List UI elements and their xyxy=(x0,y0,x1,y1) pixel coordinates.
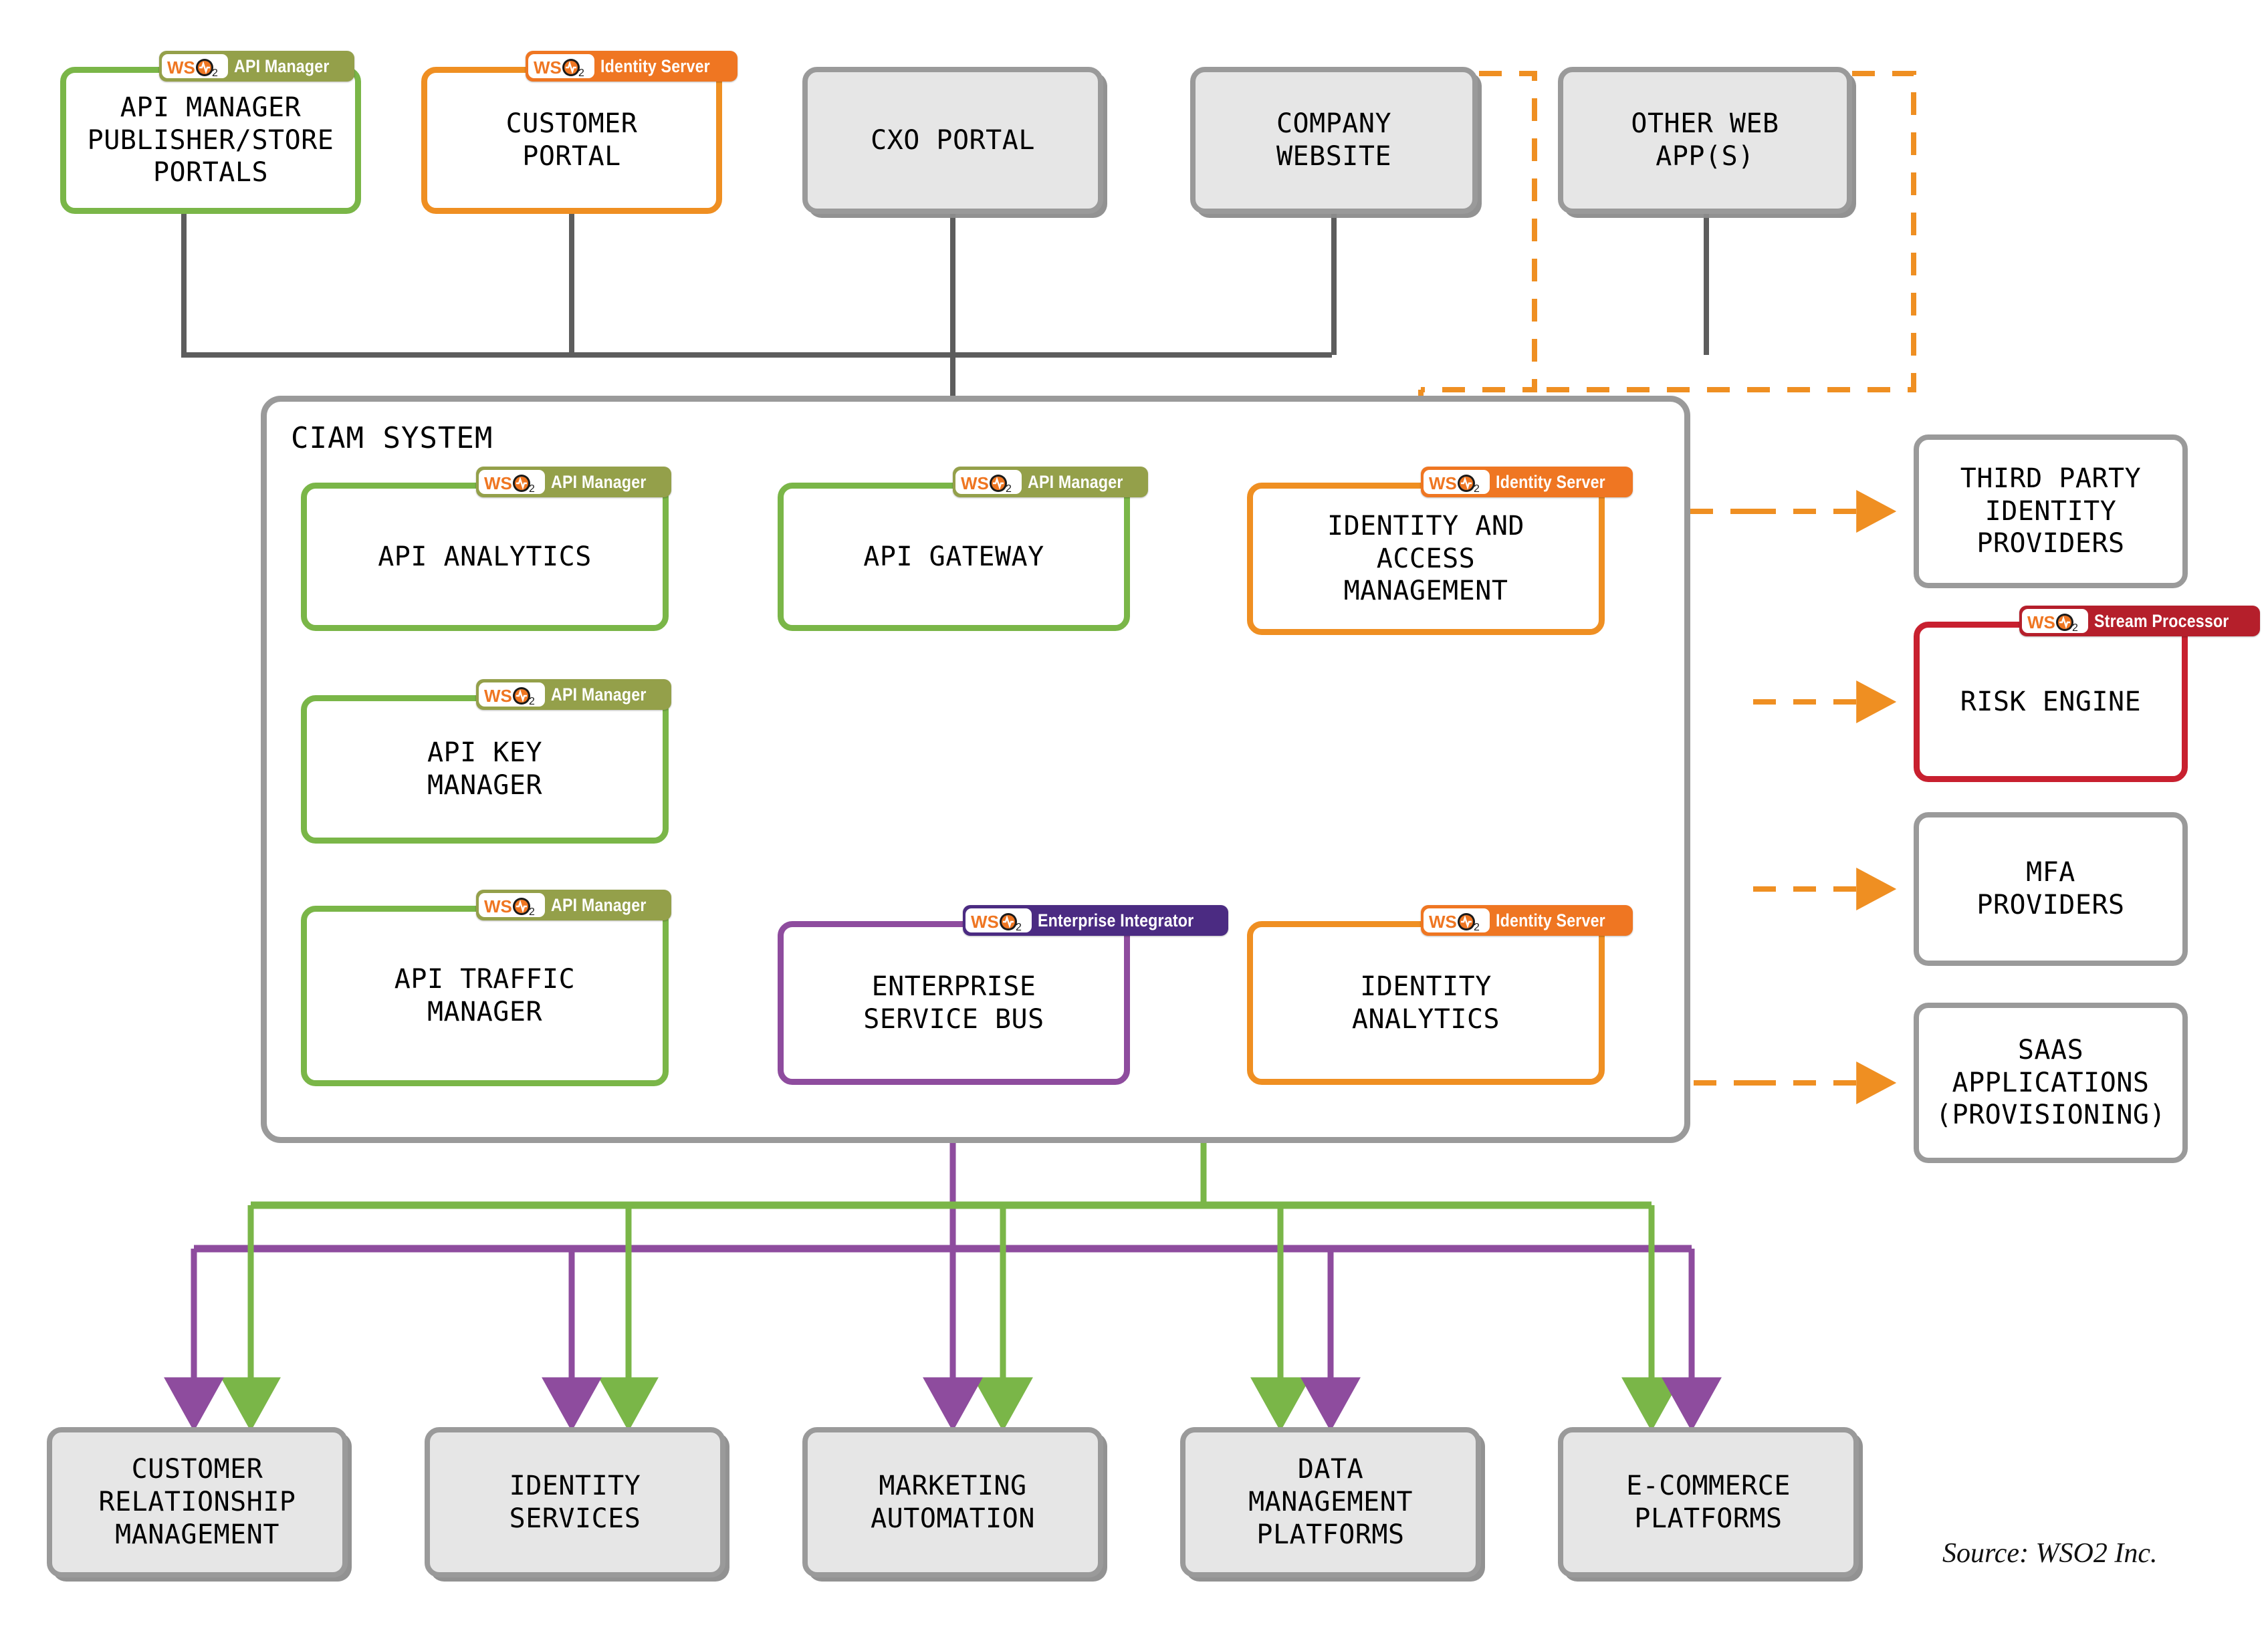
badge-identity-server-iam: WS 2 Identity Server xyxy=(1421,467,1633,497)
node-label: API KEY MANAGER xyxy=(427,737,543,801)
svg-text:WS: WS xyxy=(961,473,989,493)
svg-text:2: 2 xyxy=(529,906,535,916)
node-company-website[interactable]: COMPANY WEBSITE xyxy=(1190,67,1478,214)
node-data-management-platforms[interactable]: DATA MANAGEMENT PLATFORMS xyxy=(1180,1427,1481,1578)
node-label: CUSTOMER RELATIONSHIP MANAGEMENT xyxy=(98,1454,296,1550)
ciam-system-title: CIAM SYSTEM xyxy=(291,421,493,455)
badge-product-name: API Manager xyxy=(551,471,647,492)
badge-product-name: Identity Server xyxy=(1496,471,1605,492)
node-label: API MANAGER PUBLISHER/STORE PORTALS xyxy=(87,92,334,188)
badge-enterprise-integrator: WS 2 Enterprise Integrator xyxy=(963,905,1229,936)
node-label: MARKETING AUTOMATION xyxy=(871,1470,1035,1534)
svg-text:2: 2 xyxy=(2072,622,2078,632)
wso2-logo-icon: WS 2 xyxy=(1424,470,1490,494)
wso2-logo-icon: WS 2 xyxy=(479,893,545,917)
purple-drops xyxy=(164,1249,1722,1432)
source-attribution: Source: WSO2 Inc. xyxy=(1942,1538,2158,1569)
node-enterprise-service-bus[interactable]: ENTERPRISE SERVICE BUS xyxy=(778,921,1130,1085)
architecture-diagram: CIAM SYSTEM API MANAGER PUBLISHER/STORE … xyxy=(0,0,2268,1637)
svg-text:2: 2 xyxy=(1006,483,1012,493)
node-label: MFA PROVIDERS xyxy=(1976,857,2125,920)
badge-product-name: API Manager xyxy=(551,894,647,915)
node-label: API TRAFFIC MANAGER xyxy=(394,964,576,1027)
svg-text:WS: WS xyxy=(534,57,562,78)
green-drops xyxy=(221,1205,1682,1432)
badge-identity-server-analytics: WS 2 Identity Server xyxy=(1421,905,1633,936)
node-identity-services[interactable]: IDENTITY SERVICES xyxy=(425,1427,725,1578)
wso2-logo-icon: WS 2 xyxy=(966,908,1032,932)
node-other-web-apps[interactable]: OTHER WEB APP(S) xyxy=(1558,67,1852,214)
node-label: OTHER WEB APP(S) xyxy=(1631,108,1779,172)
node-label: CXO PORTAL xyxy=(871,124,1035,156)
node-customer-relationship-management[interactable]: CUSTOMER RELATIONSHIP MANAGEMENT xyxy=(47,1427,348,1578)
wso2-logo-icon: WS 2 xyxy=(479,470,545,494)
svg-text:2: 2 xyxy=(1474,922,1480,932)
svg-text:WS: WS xyxy=(2027,612,2055,632)
badge-product-name: Identity Server xyxy=(600,55,710,76)
svg-text:2: 2 xyxy=(578,68,584,78)
node-label: E-COMMERCE PLATFORMS xyxy=(1626,1470,1791,1534)
node-label: DATA MANAGEMENT PLATFORMS xyxy=(1248,1454,1413,1550)
node-label: API ANALYTICS xyxy=(378,541,592,572)
node-api-traffic-manager[interactable]: API TRAFFIC MANAGER xyxy=(301,906,669,1086)
wso2-logo-icon: WS 2 xyxy=(955,470,1022,494)
svg-text:2: 2 xyxy=(212,68,218,78)
node-label: SAAS APPLICATIONS (PROVISIONING) xyxy=(1935,1034,2166,1131)
node-api-key-manager[interactable]: API KEY MANAGER xyxy=(301,695,669,844)
badge-product-name: Identity Server xyxy=(1496,910,1605,930)
node-customer-portal[interactable]: CUSTOMER PORTAL xyxy=(421,67,722,214)
node-api-analytics[interactable]: API ANALYTICS xyxy=(301,483,669,631)
node-label: API GATEWAY xyxy=(863,541,1044,572)
badge-api-manager: WS 2 API Manager xyxy=(159,51,354,82)
badge-product-name: Enterprise Integrator xyxy=(1038,910,1194,930)
wso2-logo-icon: WS 2 xyxy=(162,54,228,78)
node-api-gateway[interactable]: API GATEWAY xyxy=(778,483,1130,631)
svg-text:WS: WS xyxy=(484,473,512,493)
node-label: THIRD PARTY IDENTITY PROVIDERS xyxy=(1960,463,2142,559)
node-ecommerce-platforms[interactable]: E-COMMERCE PLATFORMS xyxy=(1558,1427,1859,1578)
node-marketing-automation[interactable]: MARKETING AUTOMATION xyxy=(802,1427,1103,1578)
node-label: CUSTOMER PORTAL xyxy=(505,108,638,172)
node-saas-applications[interactable]: SAAS APPLICATIONS (PROVISIONING) xyxy=(1914,1003,2188,1163)
badge-api-manager-gateway: WS 2 API Manager xyxy=(953,467,1148,497)
node-label: COMPANY WEBSITE xyxy=(1276,108,1392,172)
wso2-logo-icon: WS 2 xyxy=(2022,609,2088,633)
svg-text:2: 2 xyxy=(529,696,535,706)
badge-product-name: API Manager xyxy=(234,55,330,76)
badge-product-name: API Manager xyxy=(551,684,647,705)
badge-product-name: Stream Processor xyxy=(2094,610,2229,631)
wso2-logo-icon: WS 2 xyxy=(528,54,594,78)
badge-api-manager-key: WS 2 API Manager xyxy=(476,679,671,710)
badge-api-manager-analytics: WS 2 API Manager xyxy=(476,467,671,497)
node-identity-access-management[interactable]: IDENTITY AND ACCESS MANAGEMENT xyxy=(1247,483,1605,635)
wso2-logo-icon: WS 2 xyxy=(479,682,545,707)
node-mfa-providers[interactable]: MFA PROVIDERS xyxy=(1914,812,2188,966)
node-label: IDENTITY ANALYTICS xyxy=(1351,971,1500,1035)
node-label: IDENTITY SERVICES xyxy=(509,1470,641,1534)
node-identity-analytics[interactable]: IDENTITY ANALYTICS xyxy=(1247,921,1605,1085)
svg-text:WS: WS xyxy=(971,912,999,932)
svg-text:2: 2 xyxy=(529,483,535,493)
badge-api-manager-traffic: WS 2 API Manager xyxy=(476,890,671,920)
node-cxo-portal[interactable]: CXO PORTAL xyxy=(802,67,1103,214)
badge-identity-server: WS 2 Identity Server xyxy=(526,51,738,82)
svg-text:WS: WS xyxy=(484,896,512,916)
svg-text:WS: WS xyxy=(1429,473,1457,493)
node-label: IDENTITY AND ACCESS MANAGEMENT xyxy=(1327,510,1524,607)
node-api-manager-portals[interactable]: API MANAGER PUBLISHER/STORE PORTALS xyxy=(60,67,361,214)
svg-text:2: 2 xyxy=(1016,922,1022,932)
svg-text:WS: WS xyxy=(1429,912,1457,932)
wso2-logo-icon: WS 2 xyxy=(1424,908,1490,932)
badge-product-name: API Manager xyxy=(1028,471,1123,492)
svg-text:WS: WS xyxy=(167,57,195,78)
node-risk-engine[interactable]: RISK ENGINE xyxy=(1914,622,2188,782)
svg-text:2: 2 xyxy=(1474,483,1480,493)
node-label: ENTERPRISE SERVICE BUS xyxy=(863,971,1044,1035)
badge-stream-processor: WS 2 Stream Processor xyxy=(2019,606,2261,636)
svg-text:WS: WS xyxy=(484,686,512,706)
node-label: RISK ENGINE xyxy=(1960,686,2142,717)
node-third-party-identity-providers[interactable]: THIRD PARTY IDENTITY PROVIDERS xyxy=(1914,434,2188,588)
